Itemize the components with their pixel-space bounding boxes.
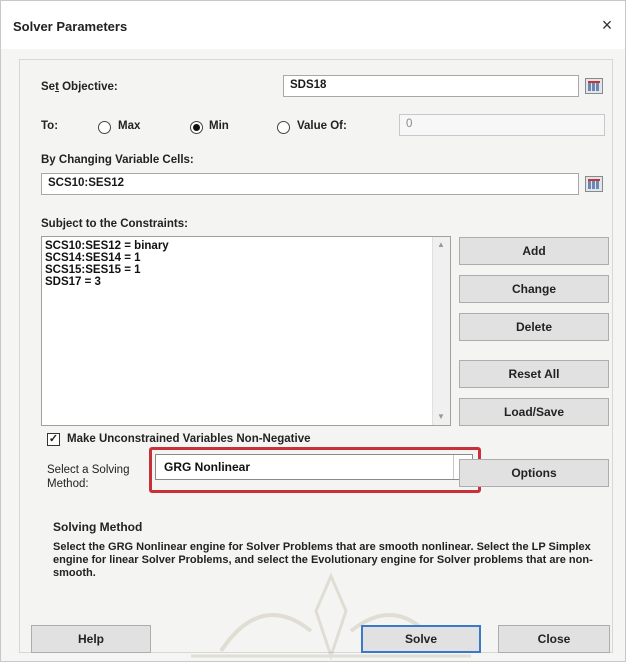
min-radio-label: Min bbox=[209, 120, 229, 132]
title-bar: Solver Parameters × bbox=[1, 1, 625, 49]
changing-cells-range-selector-icon[interactable] bbox=[585, 176, 603, 192]
help-button[interactable]: Help bbox=[31, 625, 151, 653]
solving-method-label-line1: Select a Solving bbox=[47, 464, 130, 476]
load-save-button[interactable]: Load/Save bbox=[459, 398, 609, 426]
change-button[interactable]: Change bbox=[459, 275, 609, 303]
changing-cells-input[interactable]: SCS10:SES12 bbox=[41, 173, 579, 195]
close-icon[interactable]: × bbox=[597, 15, 617, 35]
solving-method-label-line2: Method: bbox=[47, 478, 89, 490]
delete-button[interactable]: Delete bbox=[459, 313, 609, 341]
constraint-item[interactable]: SDS17 = 3 bbox=[45, 276, 101, 288]
dialog-title: Solver Parameters bbox=[13, 19, 128, 34]
constraints-scrollbar[interactable]: ▲ ▼ bbox=[432, 237, 450, 425]
solve-button[interactable]: Solve bbox=[361, 625, 481, 653]
constraint-item[interactable]: SCS15:SES15 = 1 bbox=[45, 264, 141, 276]
method-highlight-box bbox=[149, 447, 481, 493]
non-negative-label: Make Unconstrained Variables Non-Negativ… bbox=[67, 433, 311, 445]
constraint-item[interactable]: SCS14:SES14 = 1 bbox=[45, 252, 141, 264]
constraint-item[interactable]: SCS10:SES12 = binary bbox=[45, 240, 169, 252]
solving-method-title: Solving Method bbox=[53, 520, 143, 534]
value-of-input[interactable]: 0 bbox=[399, 114, 605, 136]
value-of-radio[interactable] bbox=[277, 121, 290, 134]
scroll-down-icon[interactable]: ▼ bbox=[437, 412, 445, 421]
scroll-up-icon[interactable]: ▲ bbox=[437, 240, 445, 249]
close-button[interactable]: Close bbox=[498, 625, 610, 653]
max-radio-label: Max bbox=[118, 120, 141, 132]
constraints-label: Subject to the Constraints: bbox=[41, 218, 188, 230]
solver-parameters-dialog: Solver Parameters × Set Objective: SDS18… bbox=[0, 0, 626, 662]
constraints-list[interactable]: SCS10:SES12 = binary SCS14:SES14 = 1 SCS… bbox=[41, 236, 451, 426]
options-button[interactable]: Options bbox=[459, 459, 609, 487]
min-radio[interactable] bbox=[190, 121, 203, 134]
value-of-radio-label: Value Of: bbox=[297, 120, 347, 132]
reset-all-button[interactable]: Reset All bbox=[459, 360, 609, 388]
add-button[interactable]: Add bbox=[459, 237, 609, 265]
changing-cells-label: By Changing Variable Cells: bbox=[41, 154, 194, 166]
set-objective-label: Set Objective: bbox=[41, 81, 118, 93]
objective-range-selector-icon[interactable] bbox=[585, 78, 603, 94]
max-radio[interactable] bbox=[98, 121, 111, 134]
set-objective-input[interactable]: SDS18 bbox=[283, 75, 579, 97]
to-label: To: bbox=[41, 120, 59, 132]
non-negative-checkbox[interactable]: ✓ bbox=[47, 433, 60, 446]
